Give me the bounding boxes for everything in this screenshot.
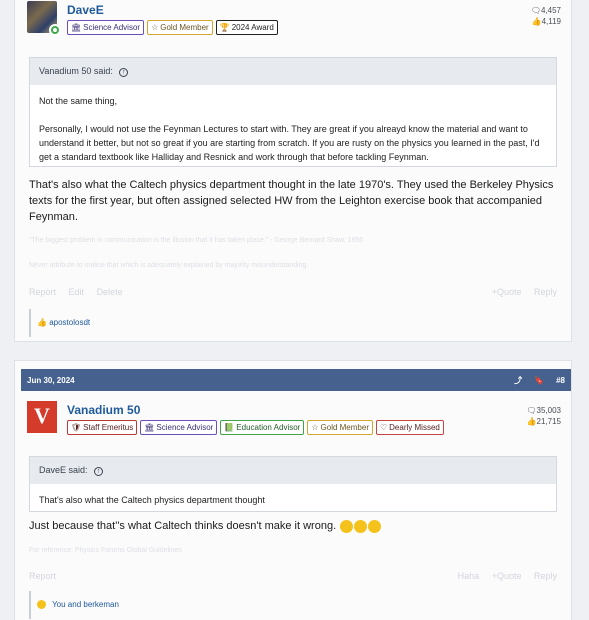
message-count: 35,003: [536, 406, 561, 415]
quote-body: That's also what the Caltech physics dep…: [30, 484, 556, 516]
laugh-icon: [37, 600, 46, 610]
post-2: Jun 30, 2024 ⤴ 🔖 #8 V Vanadium 50 🛡 Staff…: [14, 360, 572, 620]
wink-emoji-icon: [354, 519, 368, 533]
edit-button[interactable]: Edit: [69, 287, 85, 297]
quote-body: Not the same thing, Personally, I would …: [30, 85, 556, 173]
share-icon[interactable]: ⤴: [514, 375, 522, 386]
arrow-up-icon[interactable]: ↑: [94, 467, 104, 476]
badge-dearly-missed: ♡ Dearly Missed: [375, 420, 444, 435]
message-icon: 🗨: [530, 6, 541, 15]
arrow-up-icon[interactable]: ↑: [119, 68, 129, 77]
post-number[interactable]: #8: [556, 376, 565, 385]
avatar-letter: V: [34, 403, 50, 428]
thumbs-up-icon: 👍: [37, 318, 47, 327]
reactions-bar: You and berkeman: [29, 591, 557, 619]
quote-button[interactable]: +Quote: [492, 287, 522, 297]
online-icon: [49, 24, 61, 36]
report-button[interactable]: Report: [29, 287, 56, 297]
wink-emoji-icon: [340, 519, 354, 533]
post-message: Just because that''s what Caltech thinks…: [29, 518, 557, 534]
reactions-users[interactable]: You and berkeman: [52, 600, 119, 609]
badge-science-advisor: 🏛 Science Advisor: [67, 20, 145, 35]
post-message: That's also what the Caltech physics dep…: [29, 179, 554, 223]
delete-button[interactable]: Delete: [97, 287, 123, 297]
user-stats: 🗨35,003 👍21,715: [526, 405, 561, 427]
signature-line: For reference: Physics Forums Global Gui…: [29, 547, 182, 554]
post-author: DaveE 🏛 Science Advisor ☆ Gold Member 🏆 202…: [27, 0, 561, 41]
quote-line: Not the same thing,: [39, 96, 118, 106]
quote-attribution: Vanadium 50 said:: [39, 66, 113, 76]
reaction-count: 4,119: [541, 17, 561, 26]
report-button[interactable]: Report: [29, 571, 56, 581]
avatar[interactable]: V: [27, 401, 57, 433]
badge-staff-emeritus: 🛡 Staff Emeritus: [67, 420, 138, 435]
badge-education-advisor: 📗 Education Advisor: [220, 420, 305, 435]
thumbs-up-icon: 👍: [526, 417, 537, 426]
quote-header[interactable]: Vanadium 50 said: ↑: [30, 58, 556, 85]
reply-button[interactable]: Reply: [534, 571, 557, 581]
post-date[interactable]: Jun 30, 2024: [27, 376, 75, 385]
building-icon: 🏛: [71, 23, 82, 32]
shield-icon: 🛡: [71, 423, 82, 432]
quote-block: Vanadium 50 said: ↑ Not the same thing, …: [29, 57, 557, 167]
message-icon: 🗨: [526, 406, 537, 415]
book-icon: 📗: [224, 423, 235, 432]
star-icon: ☆: [151, 23, 159, 32]
message-count: 4,457: [540, 6, 561, 15]
quote-line: Personally, I would not use the Feynman …: [39, 124, 540, 162]
heart-icon: ♡: [379, 423, 388, 432]
post-actions: Report Edit Delete +Quote Reply: [29, 287, 557, 297]
reactions-bar: 👍 apostolosdt: [29, 309, 557, 337]
quote-block: DaveE said: ↑ That's also what the Calte…: [29, 456, 557, 512]
username[interactable]: DaveE: [67, 3, 104, 17]
badge-gold-member: ☆ Gold Member: [307, 420, 373, 435]
signature-line: "The biggest problem in communication is…: [29, 237, 364, 244]
quote-attribution: DaveE said:: [39, 465, 88, 475]
post-actions: Report Haha +Quote Reply: [29, 571, 557, 581]
username[interactable]: Vanadium 50: [67, 403, 140, 417]
user-stats: 🗨4,457 👍4,119: [531, 5, 561, 27]
post-header-bar: Jun 30, 2024 ⤴ 🔖 #8: [21, 369, 571, 391]
wink-emoji-icon: [368, 519, 382, 533]
haha-button[interactable]: Haha: [458, 571, 480, 581]
reaction-count: 21,715: [536, 417, 561, 426]
post-author: V Vanadium 50 🛡 Staff Emeritus 🏛 Science A…: [27, 399, 561, 441]
badge-award: 🏆 2024 Award: [215, 20, 278, 35]
thumbs-up-icon: 👍: [531, 17, 542, 26]
user-badges: 🏛 Science Advisor ☆ Gold Member 🏆 2024 Awar…: [67, 20, 278, 35]
bookmark-icon[interactable]: 🔖: [534, 376, 544, 385]
star-icon: ☆: [311, 423, 319, 432]
reply-button[interactable]: Reply: [534, 287, 557, 297]
user-badges: 🛡 Staff Emeritus 🏛 Science Advisor 📗 Educat…: [67, 420, 444, 435]
signature-line: Never attribute to malice that which is …: [29, 262, 309, 269]
badge-science-advisor: 🏛 Science Advisor: [140, 420, 218, 435]
quote-button[interactable]: +Quote: [492, 571, 522, 581]
post-1: DaveE 🏛 Science Advisor ☆ Gold Member 🏆 202…: [14, 0, 572, 342]
quote-line: That's also what the Caltech physics dep…: [39, 495, 265, 505]
badge-gold-member: ☆ Gold Member: [147, 20, 213, 35]
building-icon: 🏛: [144, 423, 155, 432]
quote-header[interactable]: DaveE said: ↑: [30, 457, 556, 484]
trophy-icon: 🏆: [219, 23, 230, 32]
reactions-users[interactable]: apostolosdt: [49, 318, 90, 327]
